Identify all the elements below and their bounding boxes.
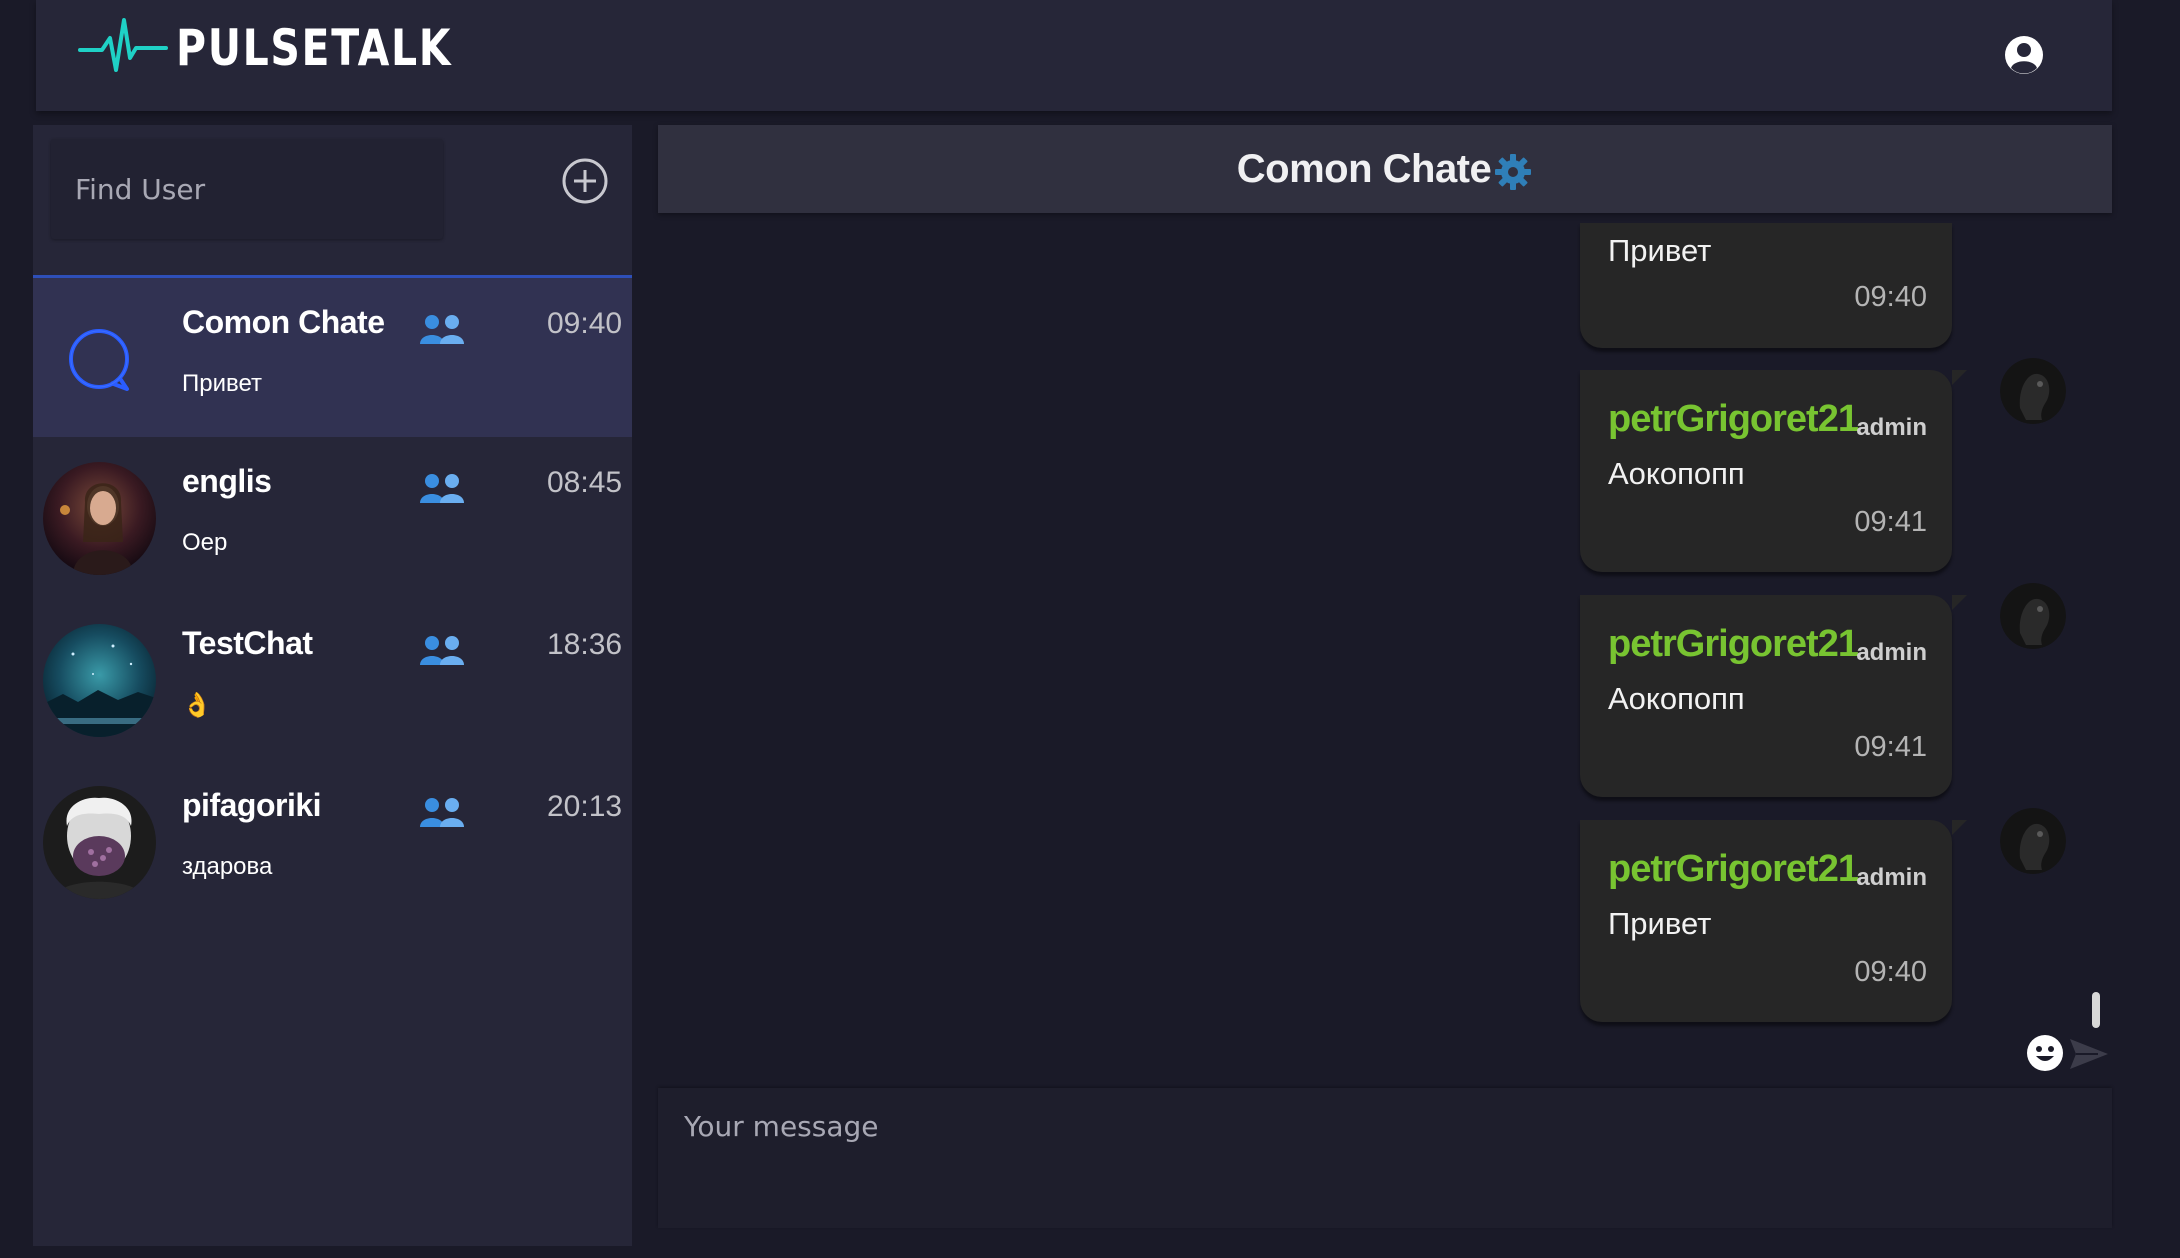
chat-item-comon-chate[interactable]: Comon Chate 09:40 Привет xyxy=(33,275,632,437)
sender-role-badge: admin xyxy=(1856,414,1927,441)
sender-role-badge: admin xyxy=(1856,639,1927,666)
chat-header: Comon Chate xyxy=(658,125,2112,213)
logo[interactable]: PULSETALK xyxy=(78,18,513,78)
group-icon xyxy=(420,636,464,665)
message-time: 09:40 xyxy=(1854,956,1927,988)
chat-sidebar: Comon Chate 09:40 Привет xyxy=(33,125,632,1246)
sender-role-badge: admin xyxy=(1856,864,1927,891)
chat-last-message: здарова xyxy=(182,853,273,880)
chat-time: 20:13 xyxy=(547,790,623,823)
chat-last-message: Оер xyxy=(182,529,228,556)
message-bubble: petrGrigoret21 admin Аокопопп 09:41 xyxy=(1580,370,1967,572)
avatar[interactable] xyxy=(2000,358,2066,424)
chat-bubble-icon xyxy=(43,303,156,416)
group-icon xyxy=(420,315,464,344)
message-bubble: petrGrigoret21 admin Привет 09:40 xyxy=(1580,820,1967,1022)
chat-list: Comon Chate 09:40 Привет englis 08:45 Ое… xyxy=(33,275,632,923)
avatar xyxy=(43,786,156,899)
chat-item-englis[interactable]: englis 08:45 Оер xyxy=(33,437,632,599)
message-time: 09:41 xyxy=(1854,731,1927,763)
avatar xyxy=(43,624,156,737)
message-sender: petrGrigoret21 xyxy=(1608,848,1859,890)
chat-time: 18:36 xyxy=(547,628,623,661)
chat-item-testchat[interactable]: TestChat 18:36 👌 xyxy=(33,599,632,761)
chat-name: Comon Chate xyxy=(182,304,385,340)
scrollbar-thumb[interactable] xyxy=(2092,992,2100,1028)
send-icon[interactable] xyxy=(2068,1037,2110,1071)
message-sender: petrGrigoret21 xyxy=(1608,623,1859,665)
message-text: Привет xyxy=(1608,233,1712,268)
avatar[interactable] xyxy=(2000,808,2066,874)
user-circle-icon[interactable] xyxy=(2004,35,2044,75)
avatar[interactable] xyxy=(2000,583,2066,649)
chat-item-pifagoriki[interactable]: pifagoriki 20:13 здарова xyxy=(33,761,632,923)
message-sender: petrGrigoret21 xyxy=(1608,398,1859,440)
message-bubble: petrGrigoret21 admin Аокопопп 09:41 xyxy=(1580,595,1967,797)
message-input[interactable] xyxy=(658,1088,2112,1228)
chat-name: TestChat xyxy=(182,625,313,661)
search-box xyxy=(51,139,443,239)
group-icon xyxy=(420,474,464,503)
chat-name: englis xyxy=(182,463,272,499)
avatar xyxy=(43,462,156,575)
group-icon xyxy=(420,798,464,827)
chat-last-message: 👌 xyxy=(182,692,212,719)
message-text: Аокопопп xyxy=(1608,681,1745,716)
gear-icon[interactable] xyxy=(1493,152,1533,192)
pulse-logo-icon xyxy=(78,18,168,72)
message-time: 09:41 xyxy=(1854,506,1927,538)
smiley-icon[interactable] xyxy=(2026,1034,2064,1072)
chat-title: Comon Chate xyxy=(1236,146,1492,191)
brand-name: PULSETALK xyxy=(176,19,453,77)
plus-circle-icon[interactable] xyxy=(561,157,609,205)
chat-time: 09:40 xyxy=(547,307,623,340)
chat-name: pifagoriki xyxy=(182,787,322,823)
app-header: PULSETALK xyxy=(36,0,2112,111)
message-time: 09:40 xyxy=(1854,281,1927,313)
message-composer xyxy=(658,1088,2112,1228)
message-text: Привет xyxy=(1608,906,1712,941)
chat-time: 08:45 xyxy=(547,466,623,499)
message-bubble: Привет 09:40 xyxy=(1580,223,1952,348)
find-user-input[interactable] xyxy=(51,139,443,239)
message-text: Аокопопп xyxy=(1608,456,1745,491)
chat-last-message: Привет xyxy=(182,370,263,397)
